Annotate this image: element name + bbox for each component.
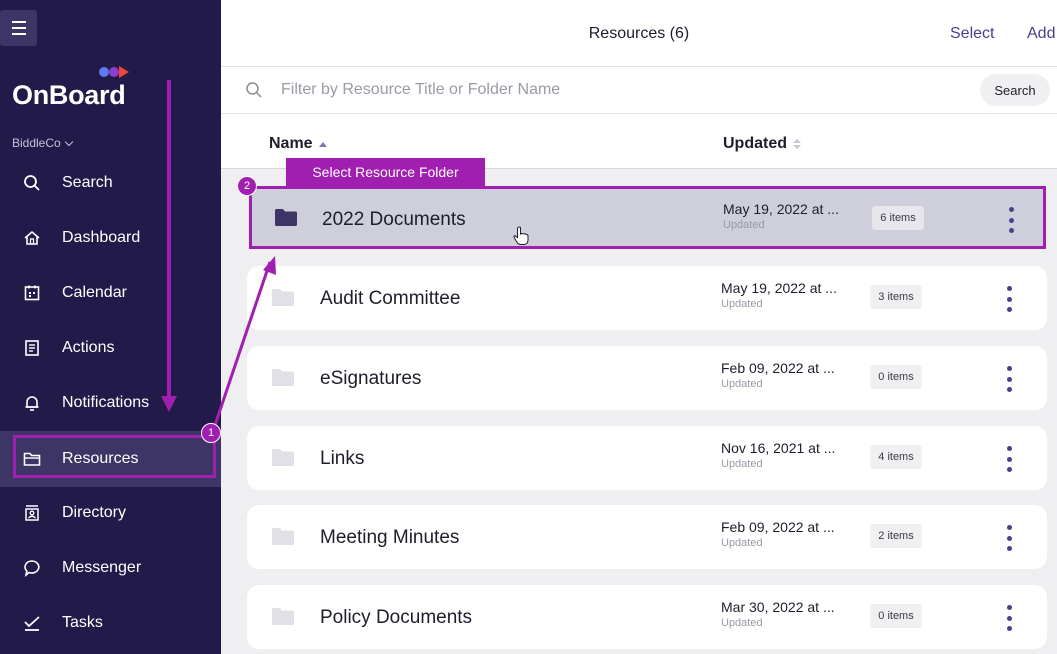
brand-name: OnBoard xyxy=(12,80,126,110)
updated-label: Updated xyxy=(721,617,763,629)
item-count-badge: 6 items xyxy=(872,206,924,230)
item-count-badge: 0 items xyxy=(870,365,922,389)
updated-label: Updated xyxy=(721,378,763,390)
annotation-step-badge: 1 xyxy=(201,423,221,443)
column-header-updated[interactable]: Updated xyxy=(723,135,801,153)
hamburger-icon xyxy=(11,21,26,23)
search-icon xyxy=(246,82,262,98)
sidebar-item-dashboard[interactable]: Dashboard xyxy=(0,210,221,266)
sidebar-item-label: Notifications xyxy=(62,394,150,411)
sidebar-item-label: Dashboard xyxy=(62,229,141,246)
item-count-badge: 3 items xyxy=(870,285,922,309)
folder-icon xyxy=(272,528,294,545)
sidebar-item-actions[interactable]: Actions xyxy=(0,320,221,376)
updated-label: Updated xyxy=(721,458,763,470)
search-icon xyxy=(23,174,41,192)
kebab-icon xyxy=(1006,605,1012,610)
sort-ascending-icon xyxy=(318,141,327,147)
sidebar-item-notifications[interactable]: Notifications xyxy=(0,375,221,431)
table-row[interactable]: eSignatures Feb 09, 2022 at ... Updated … xyxy=(247,346,1047,410)
more-options-button[interactable] xyxy=(1007,207,1015,233)
resource-name: eSignatures xyxy=(320,368,422,389)
item-count-badge: 4 items xyxy=(870,445,922,469)
resource-name: Policy Documents xyxy=(320,607,473,628)
kebab-icon xyxy=(1006,525,1012,530)
check-icon xyxy=(23,614,41,632)
resource-name: Links xyxy=(320,448,365,469)
folder-icon xyxy=(272,369,294,386)
sidebar-item-label: Tasks xyxy=(62,614,103,631)
org-switcher[interactable]: BiddleCo xyxy=(12,136,73,150)
updated-date: May 19, 2022 at ... xyxy=(723,201,839,217)
add-button[interactable]: Add xyxy=(1027,25,1055,43)
sidebar-item-directory[interactable]: Directory xyxy=(0,485,221,541)
kebab-icon xyxy=(1006,366,1012,371)
kebab-icon xyxy=(1006,286,1012,291)
sort-icon xyxy=(793,139,801,149)
resource-name: Audit Committee xyxy=(320,288,461,309)
updated-date: Nov 16, 2021 at ... xyxy=(721,440,836,456)
directory-icon xyxy=(23,504,41,522)
sidebar-item-tasks[interactable]: Tasks xyxy=(0,595,221,651)
onboard-logo[interactable]: OnBoard xyxy=(12,62,152,122)
kebab-icon xyxy=(1006,446,1012,451)
folder-icon xyxy=(272,449,294,466)
updated-date: Mar 30, 2022 at ... xyxy=(721,599,835,615)
select-button[interactable]: Select xyxy=(950,25,994,43)
more-options-button[interactable] xyxy=(1005,366,1013,392)
table-row[interactable]: Links Nov 16, 2021 at ... Updated 4 item… xyxy=(247,426,1047,490)
sidebar-item-label: Search xyxy=(62,174,113,191)
filter-bar: Filter by Resource Title or Folder Name … xyxy=(221,68,1057,114)
sidebar-item-search[interactable]: Search xyxy=(0,155,221,211)
resource-name: 2022 Documents xyxy=(322,209,466,230)
item-count-badge: 0 items xyxy=(870,604,922,628)
annotation-step-badge: 2 xyxy=(237,176,257,196)
menu-toggle-button[interactable] xyxy=(0,10,37,46)
org-name: BiddleCo xyxy=(12,136,61,150)
sidebar-item-label: Calendar xyxy=(62,284,127,301)
more-options-button[interactable] xyxy=(1005,525,1013,551)
table-row[interactable]: Audit Committee May 19, 2022 at ... Upda… xyxy=(247,266,1047,330)
sidebar-item-label: Messenger xyxy=(62,559,142,576)
filter-input[interactable]: Filter by Resource Title or Folder Name xyxy=(281,81,560,99)
bell-icon xyxy=(23,394,41,412)
item-count-badge: 2 items xyxy=(870,524,922,548)
annotation-tooltip: Select Resource Folder xyxy=(286,158,485,186)
page-header: Resources (6) Select Add xyxy=(221,0,1057,67)
clipboard-icon xyxy=(23,339,41,357)
folder-icon xyxy=(272,289,294,306)
chat-icon xyxy=(23,559,41,577)
sidebar-item-calendar[interactable]: Calendar xyxy=(0,265,221,321)
more-options-button[interactable] xyxy=(1005,605,1013,631)
updated-date: Feb 09, 2022 at ... xyxy=(721,519,835,535)
updated-label: Updated xyxy=(721,537,763,549)
updated-date: Feb 09, 2022 at ... xyxy=(721,360,835,376)
annotation-resources-highlight xyxy=(13,435,216,478)
page-title: Resources (6) xyxy=(588,25,690,42)
home-icon xyxy=(23,229,41,247)
chevron-down-icon xyxy=(64,137,73,146)
sidebar: OnBoard BiddleCo Search Dashboard Calend… xyxy=(0,0,221,654)
more-options-button[interactable] xyxy=(1005,446,1013,472)
sidebar-item-label: Directory xyxy=(62,504,127,521)
folder-icon xyxy=(275,209,297,226)
more-options-button[interactable] xyxy=(1005,286,1013,312)
sidebar-item-label: Actions xyxy=(62,339,115,356)
resource-name: Meeting Minutes xyxy=(320,527,460,548)
sidebar-item-messenger[interactable]: Messenger xyxy=(0,540,221,596)
logo-dots-icon xyxy=(99,66,129,78)
kebab-icon xyxy=(1008,207,1014,212)
calendar-icon xyxy=(23,284,41,302)
updated-label: Updated xyxy=(721,298,763,310)
updated-label: Updated xyxy=(723,219,765,231)
column-header-name[interactable]: Name xyxy=(269,135,327,153)
folder-icon xyxy=(272,608,294,625)
updated-date: May 19, 2022 at ... xyxy=(721,280,837,296)
table-row[interactable]: Policy Documents Mar 30, 2022 at ... Upd… xyxy=(247,585,1047,649)
table-row[interactable]: Meeting Minutes Feb 09, 2022 at ... Upda… xyxy=(247,505,1047,569)
search-button[interactable]: Search xyxy=(980,74,1050,106)
table-row[interactable]: 2022 Documents May 19, 2022 at ... Updat… xyxy=(249,186,1046,249)
hand-pointer-icon xyxy=(513,226,529,245)
